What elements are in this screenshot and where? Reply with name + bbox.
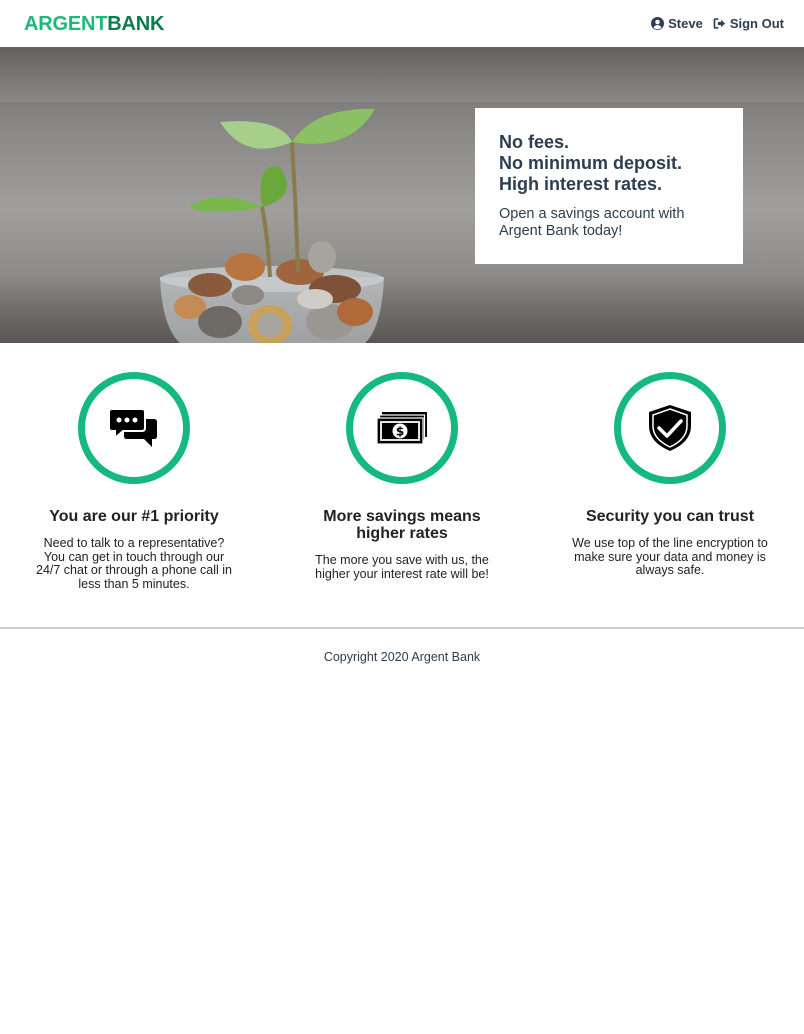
argent-bank-logo[interactable]: ARGENTBANK [24, 14, 164, 34]
hero-background-shadow [0, 273, 804, 343]
main-nav: ARGENTBANK Steve Sign Out [0, 0, 804, 47]
hero-background-band [0, 47, 804, 102]
user-circle-icon [651, 17, 665, 30]
sign-out-label: Sign Out [729, 16, 784, 31]
feature-text: We use top of the line encryption to mak… [572, 536, 768, 577]
feature-title: Security you can trust [585, 508, 755, 525]
hero-subtitle-high-interest: High interest rates. [499, 174, 663, 194]
hero-promo-card: No fees. No minimum deposit. High intere… [475, 108, 743, 264]
hero-description: Open a savings account with Argent Bank … [499, 206, 685, 239]
feature-item-security: Security you can trust We use top of the… [536, 372, 804, 627]
feature-title: More savings means higher rates [323, 508, 481, 542]
nav-user-actions: Steve Sign Out [651, 16, 784, 31]
features-section: You are our #1 priority Need to talk to … [0, 343, 804, 627]
logo-text-argent: ARGENT [24, 12, 108, 35]
hero-banner: No fees. No minimum deposit. High intere… [0, 47, 804, 343]
feature-icon-ring [614, 372, 726, 484]
chat-icon [110, 407, 158, 449]
feature-text: The more you save with us, the higher yo… [315, 553, 489, 581]
hero-subtitle-no-fees: No fees. [499, 132, 570, 152]
feature-icon-ring [78, 372, 190, 484]
feature-title: You are our #1 priority [49, 508, 219, 525]
feature-item-savings: $ More savings means higher rates The mo… [268, 372, 536, 627]
logo-text-bank: BANK [107, 12, 165, 35]
money-icon: $ [376, 411, 428, 445]
page-footer: Copyright 2020 Argent Bank [0, 627, 804, 685]
svg-text:$: $ [396, 425, 404, 439]
feature-item-priority: You are our #1 priority Need to talk to … [0, 372, 268, 627]
sign-out-icon [713, 17, 726, 30]
footer-copyright: Copyright 2020 Argent Bank [323, 650, 481, 664]
security-icon [648, 404, 692, 452]
user-name: Steve [668, 16, 703, 31]
sign-out-link[interactable]: Sign Out [713, 16, 784, 31]
user-profile-link[interactable]: Steve [651, 16, 703, 31]
feature-text: Need to talk to a representative? You ca… [36, 536, 232, 591]
plant-in-coin-jar-image [160, 108, 384, 343]
hero-subtitle-no-minimum: No minimum deposit. [499, 153, 683, 173]
feature-icon-ring: $ [346, 372, 458, 484]
